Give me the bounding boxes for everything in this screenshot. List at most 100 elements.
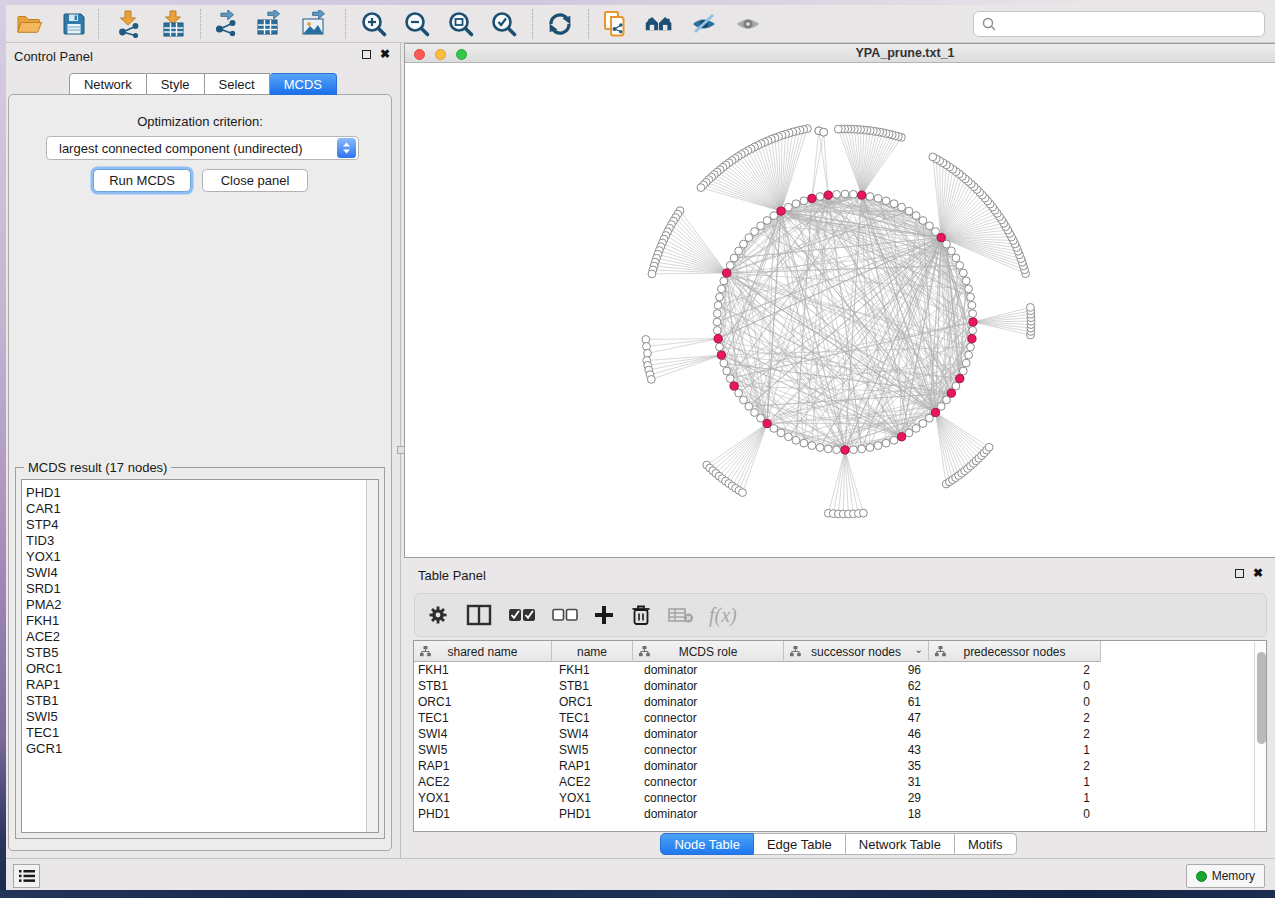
cell-shared-name: SWI5 bbox=[414, 742, 552, 758]
zoom-selected-icon[interactable] bbox=[489, 9, 519, 39]
cell-successor-nodes: 29 bbox=[784, 790, 929, 806]
select-all-columns-icon[interactable] bbox=[508, 600, 536, 630]
function-builder-icon[interactable]: f(x) bbox=[709, 600, 737, 630]
mcds-result-item[interactable]: STP4 bbox=[22, 517, 378, 533]
table-row[interactable]: SWI5SWI5connector431 bbox=[414, 742, 1266, 758]
delete-table-icon[interactable] bbox=[668, 600, 694, 630]
export-image-icon[interactable] bbox=[300, 9, 330, 39]
cell-predecessor-nodes: 1 bbox=[929, 742, 1101, 758]
table-row[interactable]: YOX1YOX1connector291 bbox=[414, 790, 1266, 806]
mcds-list-scrollbar[interactable] bbox=[366, 480, 378, 832]
mcds-result-item[interactable]: PMA2 bbox=[22, 597, 378, 613]
control-panel-float-icon[interactable] bbox=[362, 50, 371, 59]
cell-predecessor-nodes: 1 bbox=[929, 774, 1101, 790]
mcds-result-item[interactable]: PHD1 bbox=[22, 485, 378, 501]
mcds-result-item[interactable]: SWI4 bbox=[22, 565, 378, 581]
import-network-icon[interactable] bbox=[113, 9, 143, 39]
table-row[interactable]: ACE2ACE2connector311 bbox=[414, 774, 1266, 790]
node-table-header: shared namenameMCDS rolesuccessor nodes⌄… bbox=[414, 641, 1101, 662]
mcds-result-item[interactable]: GCR1 bbox=[22, 741, 378, 757]
mcds-result-item[interactable]: TID3 bbox=[22, 533, 378, 549]
mcds-result-item[interactable]: YOX1 bbox=[22, 549, 378, 565]
import-table-icon[interactable] bbox=[158, 9, 188, 39]
memory-button[interactable]: Memory bbox=[1186, 864, 1265, 888]
table-panel-close-icon[interactable]: ✖ bbox=[1253, 569, 1263, 578]
cell-name: YOX1 bbox=[552, 790, 633, 806]
cell-shared-name: ORC1 bbox=[414, 694, 552, 710]
refresh-layout-icon[interactable] bbox=[545, 9, 575, 39]
cell-predecessor-nodes: 1 bbox=[929, 790, 1101, 806]
column-header-name[interactable]: name bbox=[552, 641, 633, 662]
mcds-result-item[interactable]: SRD1 bbox=[22, 581, 378, 597]
node-table: shared namenameMCDS rolesuccessor nodes⌄… bbox=[413, 640, 1267, 832]
cell-MCDS-role: dominator bbox=[633, 726, 784, 742]
zoom-fit-icon[interactable] bbox=[446, 9, 476, 39]
clone-network-icon[interactable] bbox=[601, 9, 631, 39]
table-panel-float-icon[interactable] bbox=[1235, 569, 1244, 578]
search-input[interactable] bbox=[1002, 17, 1256, 32]
table-row[interactable]: SWI4SWI4dominator462 bbox=[414, 726, 1266, 742]
cell-shared-name: TEC1 bbox=[414, 710, 552, 726]
create-column-icon[interactable] bbox=[594, 600, 614, 630]
mcds-result-item[interactable]: STB1 bbox=[22, 693, 378, 709]
mcds-result-item[interactable]: FKH1 bbox=[22, 613, 378, 629]
table-row[interactable]: RAP1RAP1dominator352 bbox=[414, 758, 1266, 774]
table-scrollbar[interactable] bbox=[1254, 642, 1266, 830]
export-table-icon[interactable] bbox=[255, 9, 285, 39]
column-header-shared-name[interactable]: shared name bbox=[414, 641, 552, 662]
optimization-criterion-select[interactable]: largest connected component (undirected) bbox=[46, 136, 359, 160]
tab-edge-table[interactable]: Edge Table bbox=[754, 833, 846, 855]
network-canvas[interactable] bbox=[405, 64, 1275, 557]
table-row[interactable]: TEC1TEC1connector472 bbox=[414, 710, 1266, 726]
control-panel-close-icon[interactable]: ✖ bbox=[380, 50, 390, 59]
table-scrollbar-thumb[interactable] bbox=[1257, 652, 1266, 744]
first-neighbors-icon[interactable] bbox=[644, 9, 674, 39]
column-header-successor-nodes[interactable]: successor nodes⌄ bbox=[784, 641, 929, 662]
cell-shared-name: FKH1 bbox=[414, 662, 552, 678]
hide-selected-icon[interactable] bbox=[689, 9, 719, 39]
tab-mcds[interactable]: MCDS bbox=[270, 73, 337, 95]
mcds-result-item[interactable]: ORC1 bbox=[22, 661, 378, 677]
toolbar-separator bbox=[588, 9, 589, 39]
tab-style[interactable]: Style bbox=[147, 73, 205, 95]
cell-predecessor-nodes: 2 bbox=[929, 710, 1101, 726]
control-panel-title: Control Panel bbox=[14, 49, 93, 64]
open-file-icon[interactable] bbox=[14, 9, 44, 39]
task-history-button[interactable] bbox=[13, 864, 40, 888]
run-mcds-button[interactable]: Run MCDS bbox=[93, 169, 191, 192]
cell-predecessor-nodes: 0 bbox=[929, 806, 1101, 822]
zoom-in-icon[interactable] bbox=[359, 9, 389, 39]
tab-select[interactable]: Select bbox=[205, 73, 270, 95]
network-graph bbox=[405, 64, 1274, 557]
show-column-panel-icon[interactable] bbox=[466, 600, 492, 630]
table-row[interactable]: STB1STB1dominator620 bbox=[414, 678, 1266, 694]
tab-node-table[interactable]: Node Table bbox=[660, 833, 754, 855]
table-row[interactable]: PHD1PHD1dominator180 bbox=[414, 806, 1266, 822]
cell-successor-nodes: 43 bbox=[784, 742, 929, 758]
tab-motifs[interactable]: Motifs bbox=[955, 833, 1017, 855]
close-panel-button[interactable]: Close panel bbox=[202, 169, 308, 192]
mcds-result-item[interactable]: RAP1 bbox=[22, 677, 378, 693]
tab-network[interactable]: Network bbox=[69, 73, 147, 95]
deselect-all-columns-icon[interactable] bbox=[552, 600, 578, 630]
delete-column-icon[interactable] bbox=[630, 600, 652, 630]
zoom-out-icon[interactable] bbox=[402, 9, 432, 39]
table-settings-icon[interactable] bbox=[427, 600, 449, 630]
mcds-result-item[interactable]: TEC1 bbox=[22, 725, 378, 741]
mcds-result-item[interactable]: CAR1 bbox=[22, 501, 378, 517]
optimization-criterion-label: Optimization criterion: bbox=[9, 114, 391, 129]
tab-network-table[interactable]: Network Table bbox=[846, 833, 955, 855]
column-header-predecessor-nodes[interactable]: predecessor nodes bbox=[929, 641, 1101, 662]
save-session-icon[interactable] bbox=[59, 9, 89, 39]
table-row[interactable]: FKH1FKH1dominator962 bbox=[414, 662, 1266, 678]
network-window-title: YPA_prune.txt_1 bbox=[405, 46, 1275, 60]
table-row[interactable]: ORC1ORC1dominator610 bbox=[414, 694, 1266, 710]
cell-successor-nodes: 31 bbox=[784, 774, 929, 790]
mcds-result-item[interactable]: STB5 bbox=[22, 645, 378, 661]
mcds-result-item[interactable]: ACE2 bbox=[22, 629, 378, 645]
column-header-MCDS-role[interactable]: MCDS role bbox=[633, 641, 784, 662]
export-network-icon[interactable] bbox=[212, 9, 242, 39]
show-all-icon[interactable] bbox=[733, 9, 763, 39]
panel-splitter-handle[interactable] bbox=[397, 446, 405, 454]
mcds-result-item[interactable]: SWI5 bbox=[22, 709, 378, 725]
